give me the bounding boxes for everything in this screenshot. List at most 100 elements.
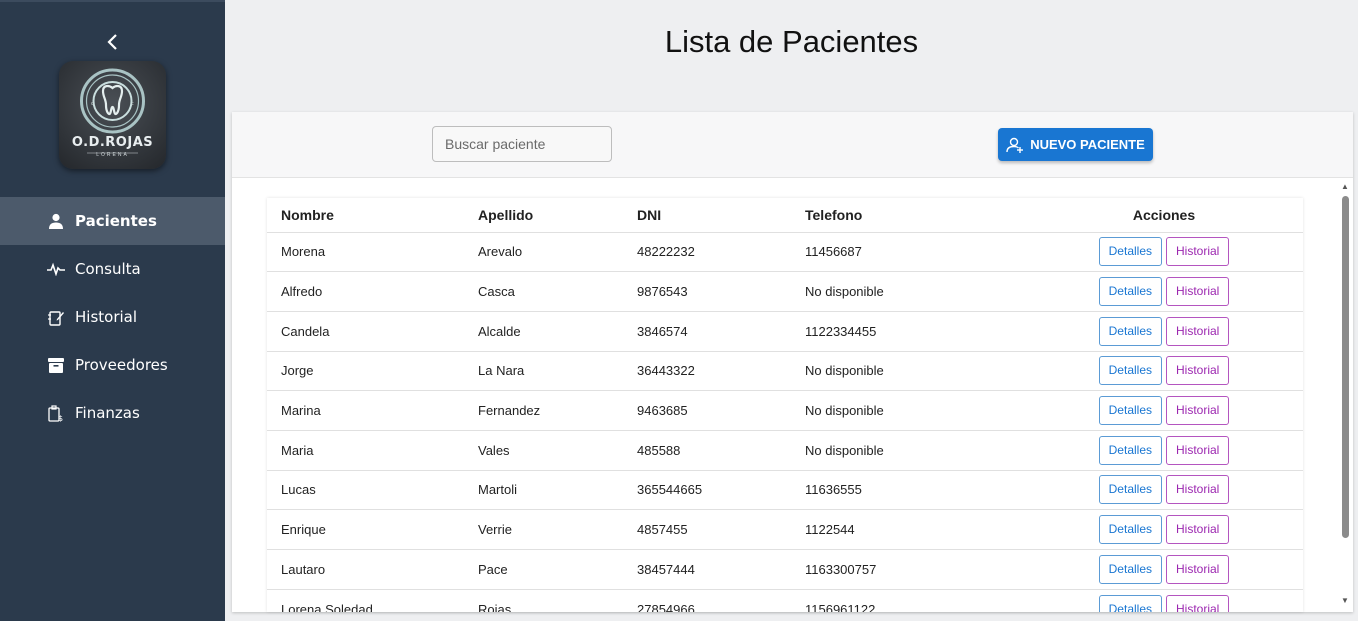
details-button[interactable]: Detalles <box>1098 475 1162 505</box>
sidebar-item-proveedores[interactable]: Proveedores <box>0 341 225 389</box>
cell-nombre: Lautaro <box>267 549 478 590</box>
cell-dni: 9463685 <box>637 390 805 431</box>
svg-text:c: c <box>131 101 134 107</box>
cell-apellido: Fernandez <box>478 390 637 431</box>
table-header-row: Nombre Apellido DNI Telefono Acciones <box>267 198 1303 233</box>
sidebar-item-label: Pacientes <box>75 212 157 230</box>
cell-acciones: Detalles Historial <box>1025 390 1303 431</box>
cell-dni: 9876543 <box>637 271 805 312</box>
details-button[interactable]: Detalles <box>1098 515 1162 545</box>
history-button[interactable]: Historial <box>1166 277 1230 307</box>
cell-nombre: Candela <box>267 311 478 352</box>
details-button[interactable]: Detalles <box>1098 554 1162 584</box>
sidebar-item-consulta[interactable]: Consulta <box>0 245 225 293</box>
details-button[interactable]: Detalles <box>1098 277 1162 307</box>
new-patient-button[interactable]: NUEVO PACIENTE <box>998 128 1153 161</box>
logo-title: O.D.ROJAS <box>71 135 154 150</box>
sidebar-item-label: Consulta <box>75 260 141 278</box>
column-header-apellido: Apellido <box>478 198 637 233</box>
scrollbar[interactable]: ▲ ▼ <box>1339 182 1353 610</box>
sidebar-item-label: Finanzas <box>75 404 140 422</box>
details-button[interactable]: Detalles <box>1098 396 1162 426</box>
cell-telefono: No disponible <box>805 271 1025 312</box>
search-input[interactable] <box>432 126 612 162</box>
cell-telefono: No disponible <box>805 430 1025 471</box>
collapse-sidebar-button[interactable] <box>103 32 123 52</box>
scroll-down-arrow-icon[interactable]: ▼ <box>1341 596 1349 605</box>
cell-acciones: Detalles Historial <box>1025 430 1303 471</box>
details-button[interactable]: Detalles <box>1098 237 1162 267</box>
scroll-thumb[interactable] <box>1342 196 1349 538</box>
scroll-up-arrow-icon[interactable]: ▲ <box>1341 182 1349 191</box>
table-row: Enrique Verrie 4857455 1122544 Detalles Histo… <box>267 509 1303 550</box>
table-row: Alfredo Casca 9876543 No disponible Detalles… <box>267 271 1303 312</box>
history-button[interactable]: Historial <box>1166 515 1230 545</box>
pulse-icon <box>47 260 65 278</box>
table-row: Lautaro Pace 38457444 1163300757 Detalles His… <box>267 549 1303 590</box>
cell-apellido: La Nara <box>478 351 637 392</box>
history-button[interactable]: Historial <box>1166 435 1230 465</box>
add-user-icon <box>1006 137 1024 153</box>
details-button[interactable]: Detalles <box>1098 356 1162 386</box>
cell-telefono: 11636555 <box>805 470 1025 511</box>
cell-apellido: Alcalde <box>478 311 637 352</box>
column-header-nombre: Nombre <box>267 198 478 233</box>
details-button[interactable]: Detalles <box>1098 435 1162 465</box>
sidebar-item-historial[interactable]: Historial <box>0 293 225 341</box>
cell-acciones: Detalles Historial <box>1025 470 1303 511</box>
logo-subtitle: LORENA <box>96 152 129 158</box>
new-patient-label: NUEVO PACIENTE <box>1030 137 1145 152</box>
cell-apellido: Casca <box>478 271 637 312</box>
cell-nombre: Marina <box>267 390 478 431</box>
sidebar-item-finanzas[interactable]: $ Finanzas <box>0 389 225 437</box>
patients-card: NUEVO PACIENTE Nombre Apellido DNI Telef… <box>232 112 1353 612</box>
cell-dni: 36443322 <box>637 351 805 392</box>
cell-telefono: 1156961122 <box>805 589 1025 612</box>
sidebar: o c O.D.ROJAS LORENA Pacientes Consulta … <box>0 0 225 621</box>
table-row: Jorge La Nara 36443322 No disponible Detalle… <box>267 351 1303 392</box>
cell-dni: 38457444 <box>637 549 805 590</box>
cell-acciones: Detalles Historial <box>1025 549 1303 590</box>
history-button[interactable]: Historial <box>1166 554 1230 584</box>
history-button[interactable]: Historial <box>1166 237 1230 267</box>
history-button[interactable]: Historial <box>1166 316 1230 346</box>
cell-apellido: Verrie <box>478 509 637 550</box>
history-button[interactable]: Historial <box>1166 594 1230 612</box>
cell-nombre: Lorena Soledad <box>267 589 478 612</box>
page-title: Lista de Pacientes <box>664 24 919 59</box>
sidebar-item-label: Historial <box>75 308 138 326</box>
cell-telefono: No disponible <box>805 390 1025 431</box>
cell-dni: 3846574 <box>637 311 805 352</box>
details-button[interactable]: Detalles <box>1098 316 1162 346</box>
cell-nombre: Morena <box>267 232 478 273</box>
details-button[interactable]: Detalles <box>1098 594 1162 612</box>
chevron-left-icon <box>107 34 117 50</box>
column-header-acciones: Acciones <box>1025 198 1303 233</box>
cell-acciones: Detalles Historial <box>1025 351 1303 392</box>
cell-nombre: Lucas <box>267 470 478 511</box>
logo: o c O.D.ROJAS LORENA <box>59 61 166 169</box>
column-header-dni: DNI <box>637 198 805 233</box>
history-button[interactable]: Historial <box>1166 356 1230 386</box>
cell-apellido: Rojas <box>478 589 637 612</box>
cell-acciones: Detalles Historial <box>1025 589 1303 612</box>
archive-box-icon <box>47 356 65 374</box>
history-button[interactable]: Historial <box>1166 475 1230 505</box>
edit-note-icon <box>47 308 65 326</box>
sidebar-item-pacientes[interactable]: Pacientes <box>0 197 225 245</box>
table-row: Candela Alcalde 3846574 1122334455 Detalles H… <box>267 311 1303 352</box>
cell-dni: 27854966 <box>637 589 805 612</box>
cell-telefono: 11456687 <box>805 232 1025 273</box>
finance-icon: $ <box>47 404 65 422</box>
cell-acciones: Detalles Historial <box>1025 232 1303 273</box>
cell-apellido: Arevalo <box>478 232 637 273</box>
history-button[interactable]: Historial <box>1166 396 1230 426</box>
cell-acciones: Detalles Historial <box>1025 509 1303 550</box>
table-row: Lorena Soledad Rojas 27854966 1156961122 Det… <box>267 589 1303 612</box>
cell-telefono: 1122334455 <box>805 311 1025 352</box>
cell-nombre: Enrique <box>267 509 478 550</box>
column-header-telefono: Telefono <box>805 198 1025 233</box>
table-row: Morena Arevalo 48222232 11456687 Detalles His… <box>267 232 1303 273</box>
table-row: Lucas Martoli 365544665 11636555 Detalles His… <box>267 470 1303 511</box>
cell-apellido: Vales <box>478 430 637 471</box>
